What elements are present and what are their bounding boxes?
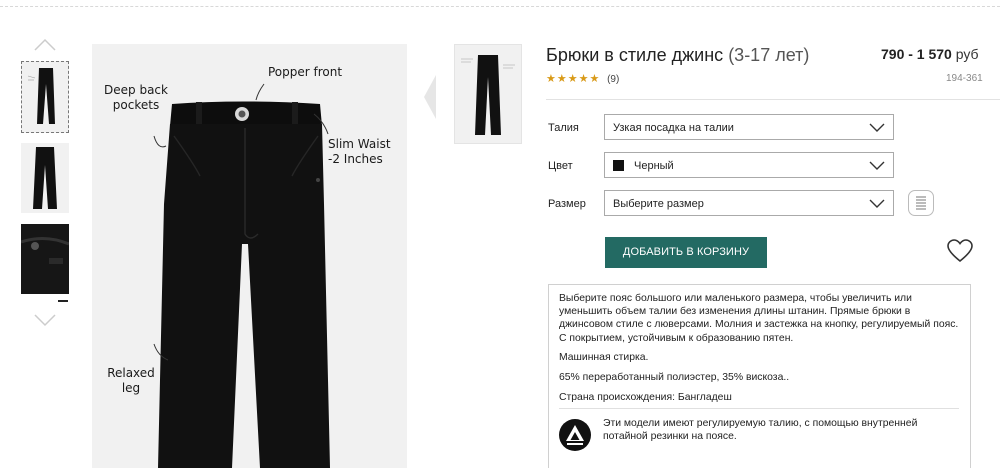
thumbnails-up-button[interactable] [33, 38, 57, 52]
adjustable-waist-icon [559, 419, 591, 451]
price-value: 790 - 1 570 [881, 46, 952, 62]
size-select[interactable]: Выберите размер [604, 190, 894, 216]
size-guide-button[interactable] [908, 190, 934, 216]
pants-thumbnail-image [27, 68, 55, 124]
add-to-cart-button[interactable]: ДОБАВИТЬ В КОРЗИНУ [605, 237, 767, 268]
product-rating[interactable]: ★★★★★ (9) [546, 72, 619, 85]
description-wash: Машинная стирка. [559, 351, 649, 363]
color-select-value: Черный [634, 160, 674, 172]
chevron-left-icon [424, 75, 436, 119]
color-swatch [613, 160, 624, 171]
annotation-deep-back-pockets: Deep back pockets [104, 83, 168, 112]
waistband-detail-image [21, 224, 69, 294]
description-origin: Страна происхождения: Бангладеш [559, 392, 732, 404]
product-age-range: (3-17 лет) [728, 45, 810, 65]
size-label: Размер [548, 198, 586, 210]
alt-image-preview[interactable] [454, 44, 522, 144]
color-select[interactable]: Черный [604, 152, 894, 178]
divider [546, 99, 1000, 100]
pants-preview-image [461, 55, 515, 135]
price-currency: руб [955, 46, 979, 62]
feature-block: Эти модели имеют регулируемую талию, с п… [559, 408, 959, 451]
chevron-up-icon [34, 38, 56, 51]
product-title: Брюки в стиле джинс (3-17 лет) [546, 45, 809, 66]
feature-text: Эти модели имеют регулируемую талию, с п… [603, 418, 918, 443]
waist-select-value: Узкая посадка на талии [613, 122, 734, 134]
chevron-down-icon [869, 123, 885, 132]
waist-label: Талия [548, 122, 579, 134]
annotation-popper-front: Popper front [268, 65, 343, 79]
product-price: 790 - 1 570 руб [881, 46, 979, 62]
main-product-image[interactable]: Deep back pockets Popper front Slim Wais… [92, 44, 407, 468]
wishlist-button[interactable] [946, 238, 974, 264]
heart-icon [947, 239, 973, 263]
description-main: Выберите пояс большого или маленького ра… [559, 293, 959, 344]
annotation-relaxed-leg: Relaxed leg [107, 366, 155, 395]
thumbnail-detail[interactable] [21, 224, 69, 294]
chevron-down-icon [869, 199, 885, 208]
thumbnail-indicator [58, 300, 68, 302]
thumbnail-annotated[interactable] [21, 61, 69, 133]
chevron-down-icon [34, 314, 56, 327]
product-description: Выберите пояс большого или маленького ра… [548, 284, 971, 468]
top-divider [0, 6, 1000, 7]
product-sku: 194-361 [946, 73, 983, 84]
description-composition: 65% переработанный полиэстер, 35% вискоз… [559, 372, 790, 384]
thumbnails-down-button[interactable] [33, 313, 57, 327]
star-rating-icon: ★★★★★ [546, 73, 601, 85]
reviews-count: (9) [607, 74, 620, 85]
annotation-slim-waist: Slim Waist -2 Inches [328, 137, 391, 166]
pants-thumbnail-image [33, 147, 57, 209]
image-prev-button[interactable] [423, 74, 437, 120]
product-name: Брюки в стиле джинс [546, 45, 724, 65]
chevron-down-icon [869, 161, 885, 170]
ruler-icon [916, 196, 926, 210]
color-label: Цвет [548, 160, 573, 172]
thumbnail-front[interactable] [21, 143, 69, 213]
size-select-value: Выберите размер [613, 198, 704, 210]
waist-select[interactable]: Узкая посадка на талии [604, 114, 894, 140]
